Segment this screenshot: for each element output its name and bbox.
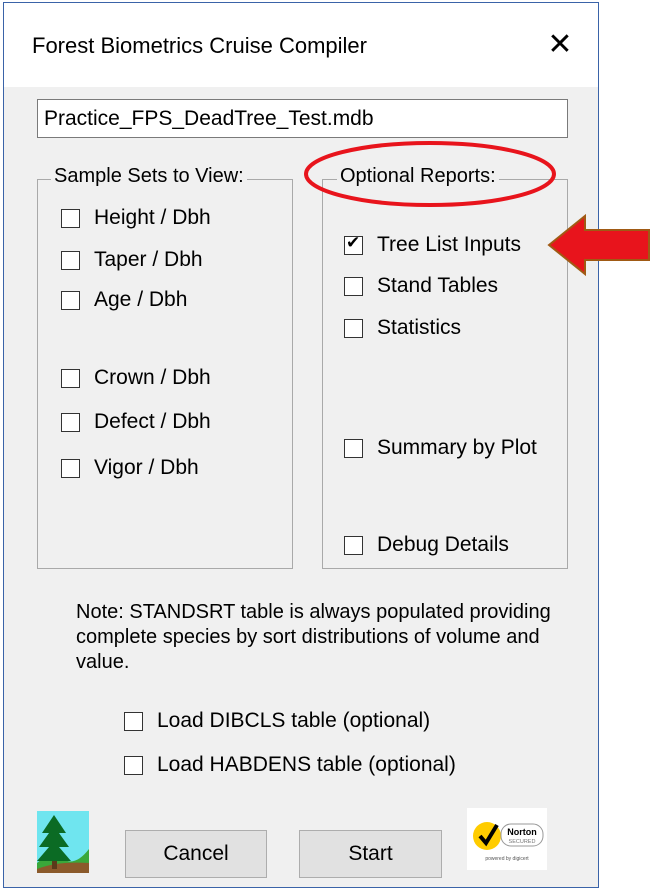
checkbox-label: Taper / Dbh xyxy=(94,248,203,271)
checkbox-label: Debug Details xyxy=(377,533,509,556)
checkbox-load-dibcls[interactable]: Load DIBCLS table (optional) xyxy=(124,709,430,733)
checkbox-label: Defect / Dbh xyxy=(94,410,211,433)
dialog-window: Forest Biometrics Cruise Compiler ✕ Prac… xyxy=(3,2,599,888)
sample-sets-legend: Sample Sets to View: xyxy=(51,165,247,188)
file-name-field[interactable]: Practice_FPS_DeadTree_Test.mdb xyxy=(37,99,568,138)
checkbox-box[interactable] xyxy=(124,711,143,731)
checkbox-summary-by-plot[interactable]: Summary by Plot xyxy=(344,436,537,460)
checkbox-tree-list-inputs[interactable]: Tree List Inputs xyxy=(344,233,521,257)
note-text: Note: STANDSRT table is always populated… xyxy=(76,601,551,673)
checkbox-label: Statistics xyxy=(377,316,462,339)
checkbox-box[interactable] xyxy=(61,368,80,388)
checkbox-label: Height / Dbh xyxy=(94,206,211,229)
checkbox-taper-dbh[interactable]: Taper / Dbh xyxy=(61,248,203,272)
cancel-button[interactable]: Cancel xyxy=(125,830,267,878)
checkbox-label: Load HABDENS table (optional) xyxy=(157,753,456,776)
checkbox-defect-dbh[interactable]: Defect / Dbh xyxy=(61,410,211,434)
checkbox-age-dbh[interactable]: Age / Dbh xyxy=(61,288,187,312)
start-button[interactable]: Start xyxy=(299,830,442,878)
checkbox-label: Tree List Inputs xyxy=(377,233,521,256)
checkbox-box[interactable] xyxy=(124,755,143,775)
checkbox-box-checked[interactable] xyxy=(344,233,363,255)
checkbox-label: Age / Dbh xyxy=(94,288,188,311)
close-icon[interactable]: ✕ xyxy=(540,25,580,65)
checkbox-box[interactable] xyxy=(344,535,363,555)
checkbox-label: Crown / Dbh xyxy=(94,366,211,389)
checkbox-label: Summary by Plot xyxy=(377,436,537,459)
norton-secured-badge: Norton SECURED powered by digicert xyxy=(467,808,547,870)
checkbox-box[interactable] xyxy=(344,438,363,458)
checkbox-box[interactable] xyxy=(61,412,80,432)
checkbox-box[interactable] xyxy=(61,290,80,310)
checkbox-statistics[interactable]: Statistics xyxy=(344,316,461,340)
norton-secured: SECURED xyxy=(509,839,536,845)
checkbox-box[interactable] xyxy=(61,458,80,478)
checkbox-box[interactable] xyxy=(61,208,80,228)
norton-brand: Norton xyxy=(507,827,537,837)
window-title: Forest Biometrics Cruise Compiler xyxy=(32,33,367,58)
checkbox-box[interactable] xyxy=(344,318,363,338)
checkbox-box[interactable] xyxy=(61,250,80,270)
checkbox-load-habdens[interactable]: Load HABDENS table (optional) xyxy=(124,753,456,777)
checkbox-debug-details[interactable]: Debug Details xyxy=(344,533,509,557)
checkbox-crown-dbh[interactable]: Crown / Dbh xyxy=(61,366,211,390)
app-logo-icon xyxy=(37,811,89,873)
checkbox-height-dbh[interactable]: Height / Dbh xyxy=(61,206,211,230)
title-bar: Forest Biometrics Cruise Compiler ✕ xyxy=(4,3,598,87)
checkbox-label: Load DIBCLS table (optional) xyxy=(157,709,431,732)
checkbox-stand-tables[interactable]: Stand Tables xyxy=(344,274,498,298)
checkbox-vigor-dbh[interactable]: Vigor / Dbh xyxy=(61,456,199,480)
norton-powered: powered by digicert xyxy=(485,856,529,862)
optional-reports-legend: Optional Reports: xyxy=(337,165,499,188)
checkbox-box[interactable] xyxy=(344,276,363,296)
checkbox-label: Vigor / Dbh xyxy=(94,456,199,479)
checkbox-label: Stand Tables xyxy=(377,274,499,297)
